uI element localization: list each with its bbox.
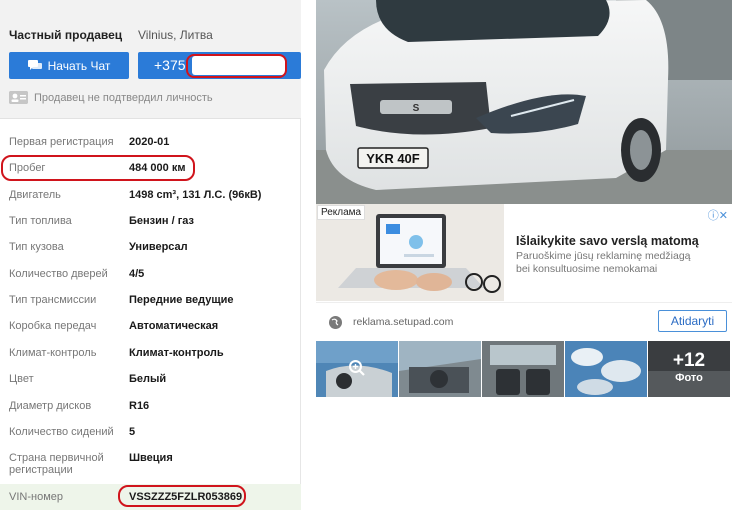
seller-info-box: Частный продавец Vilnius, Литва Начать Ч… bbox=[0, 0, 301, 119]
spec-label-engine: Двигатель bbox=[9, 189, 61, 201]
vin-highlight-oval bbox=[118, 485, 246, 507]
start-chat-button[interactable]: Начать Чат bbox=[9, 52, 129, 79]
spec-value-registration-country: Швеция bbox=[129, 452, 173, 464]
verification-status: Продавец не подтвердил личность bbox=[9, 91, 213, 104]
spec-value-color: Белый bbox=[129, 373, 167, 385]
ad-domain: reklama.setupad.com bbox=[353, 316, 454, 328]
spec-label-vin: VIN-номер bbox=[9, 491, 63, 503]
id-card-icon bbox=[9, 91, 28, 104]
spec-label-first-registration: Первая регистрация bbox=[9, 136, 114, 148]
thumbnail-4[interactable] bbox=[565, 341, 647, 397]
spec-value-first-registration: 2020-01 bbox=[129, 136, 170, 148]
spec-label-registration-country: Страна первичной регистрации bbox=[9, 452, 104, 476]
ad-title[interactable]: Išlaikykite savo verslą matomą bbox=[516, 234, 699, 248]
spec-label-color: Цвет bbox=[9, 373, 34, 385]
advertisement-block[interactable]: Реклама ⓘ✕ Išlaikykite savo verslą matom… bbox=[316, 204, 732, 341]
spec-value-gearbox: Автоматическая bbox=[129, 320, 219, 332]
spec-label-drivetrain: Тип трансмиссии bbox=[9, 294, 97, 306]
spec-label-doors: Количество дверей bbox=[9, 268, 108, 280]
more-photos-button[interactable]: +12 Фото bbox=[648, 341, 730, 397]
more-photos-count: +12 bbox=[672, 350, 706, 371]
spec-value-body-type: Универсал bbox=[129, 241, 188, 253]
thumbnail-2[interactable] bbox=[399, 341, 481, 397]
spec-value-doors: 4/5 bbox=[129, 268, 145, 280]
phone-highlight-oval bbox=[186, 54, 287, 78]
spec-value-engine: 1498 cm³, 131 Л.С. (96кВ) bbox=[129, 189, 262, 201]
ad-open-button[interactable]: Atidaryti bbox=[658, 310, 727, 332]
spec-label-climate-control: Климат-контроль bbox=[9, 347, 97, 359]
thumbnail-1[interactable] bbox=[316, 341, 398, 397]
spec-value-wheel-diameter: R16 bbox=[129, 400, 150, 412]
license-plate-text: YKR 40F bbox=[366, 151, 420, 166]
globe-icon bbox=[329, 316, 342, 329]
ad-image[interactable]: Реклама bbox=[316, 204, 504, 301]
spec-label-seats: Количество сидений bbox=[9, 426, 114, 438]
svg-text:S: S bbox=[413, 103, 420, 114]
mileage-highlight-oval bbox=[1, 155, 195, 181]
ad-close-icon[interactable]: ⓘ✕ bbox=[708, 207, 728, 223]
verification-text: Продавец не подтвердил личность bbox=[34, 91, 213, 104]
spec-value-fuel-type: Бензин / газ bbox=[129, 215, 195, 227]
phone-prefix: +375 bbox=[154, 57, 186, 73]
spec-label-wheel-diameter: Диаметр дисков bbox=[9, 400, 92, 412]
spec-label-fuel-type: Тип топлива bbox=[9, 215, 72, 227]
spec-value-seats: 5 bbox=[129, 426, 136, 438]
ad-footer: reklama.setupad.com Atidaryti bbox=[316, 302, 732, 340]
more-photos-label: Фото bbox=[675, 372, 703, 384]
seller-location: Vilnius, Литва bbox=[138, 28, 213, 42]
spec-value-drivetrain: Передние ведущие bbox=[129, 294, 234, 306]
seller-type: Частный продавец bbox=[9, 28, 123, 42]
chat-icon bbox=[27, 60, 42, 70]
thumbnail-3[interactable] bbox=[482, 341, 564, 397]
spec-label-body-type: Тип кузова bbox=[9, 241, 64, 253]
ad-tag: Реклама bbox=[317, 205, 366, 220]
listing-details-panel: Частный продавец Vilnius, Литва Начать Ч… bbox=[0, 0, 301, 510]
main-car-photo[interactable]: S YKR 40F bbox=[316, 0, 732, 204]
ad-description: Paruoškime jūsų reklaminę medžiagą bei k… bbox=[516, 250, 691, 275]
start-chat-label: Начать Чат bbox=[47, 58, 111, 73]
zoom-icon[interactable] bbox=[348, 359, 366, 377]
spec-label-gearbox: Коробка передач bbox=[9, 320, 97, 332]
spec-value-climate-control: Климат-контроль bbox=[129, 347, 224, 359]
photo-thumbnails: +12 Фото bbox=[316, 341, 732, 397]
